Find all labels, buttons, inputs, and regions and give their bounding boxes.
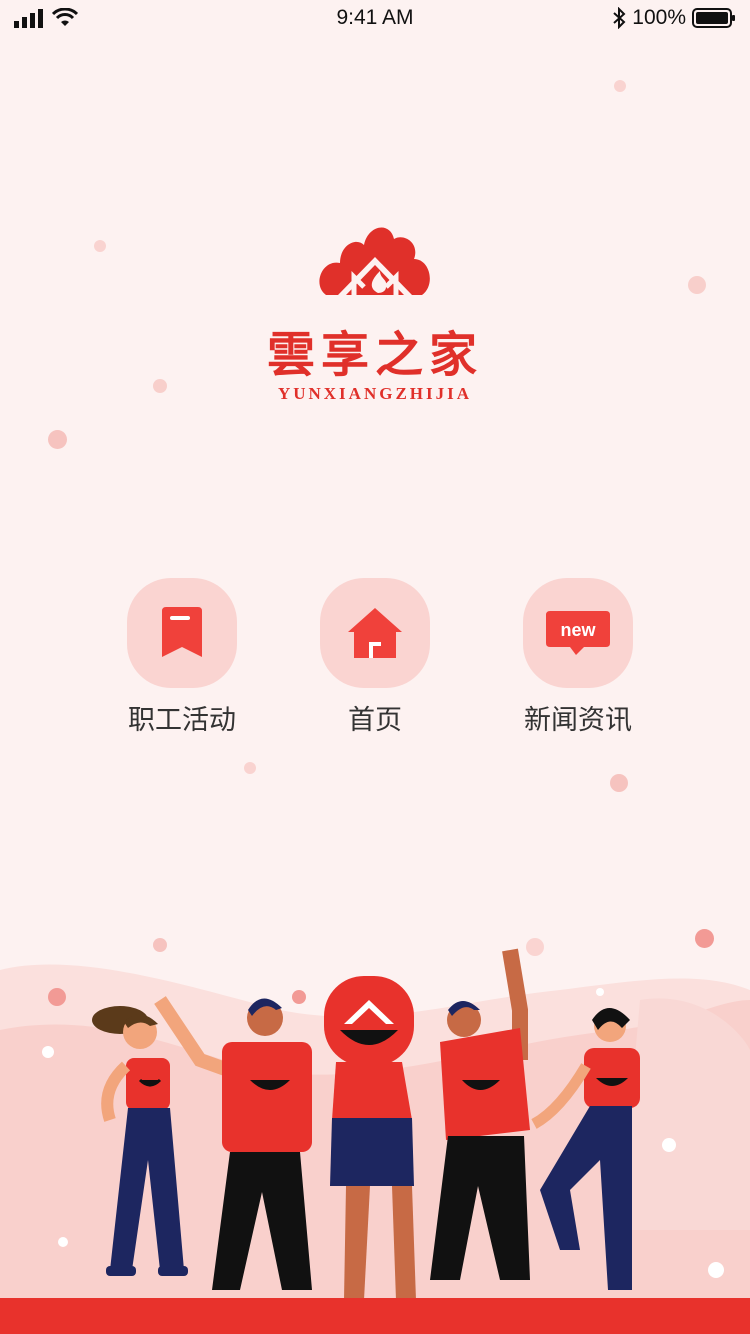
battery-icon (692, 8, 735, 28)
decor-dot (610, 774, 628, 792)
people-illustration (0, 930, 750, 1300)
app-logo (0, 215, 750, 303)
app-subtitle: YUNXIANGZHIJIA (277, 384, 473, 403)
new-badge-icon: new (546, 611, 610, 655)
app-title: 雲享之家 (266, 327, 483, 383)
menu-item-news[interactable]: new 新闻资讯 (503, 578, 653, 737)
decor-dot (614, 80, 626, 92)
celebrating-people-illustration (0, 938, 750, 1300)
menu-label: 首页 (348, 705, 402, 736)
home-icon (348, 608, 402, 658)
menu-item-employee-activities[interactable]: 职工活动 (107, 578, 257, 737)
bottom-bar (0, 1298, 750, 1334)
bookmark-icon (162, 607, 202, 657)
menu-label: 职工活动 (128, 705, 236, 736)
status-bar: 9:41 AM 100% (0, 0, 750, 40)
decor-dot (48, 430, 67, 449)
status-right: 100% (612, 6, 736, 30)
house-cloud-logo-icon (319, 227, 430, 295)
bluetooth-icon (613, 7, 626, 29)
menu-label: 新闻资讯 (524, 705, 632, 736)
menu-icon-bg (127, 578, 237, 688)
menu-icon-bg: new (523, 578, 633, 688)
new-badge-text: new (560, 620, 596, 640)
menu-item-home[interactable]: 首页 (300, 578, 450, 737)
battery-percent: 100% (632, 6, 686, 29)
decor-dot (244, 762, 256, 774)
menu-icon-bg (320, 578, 430, 688)
main-menu: 职工活动 首页 new 新闻资讯 (0, 578, 750, 738)
